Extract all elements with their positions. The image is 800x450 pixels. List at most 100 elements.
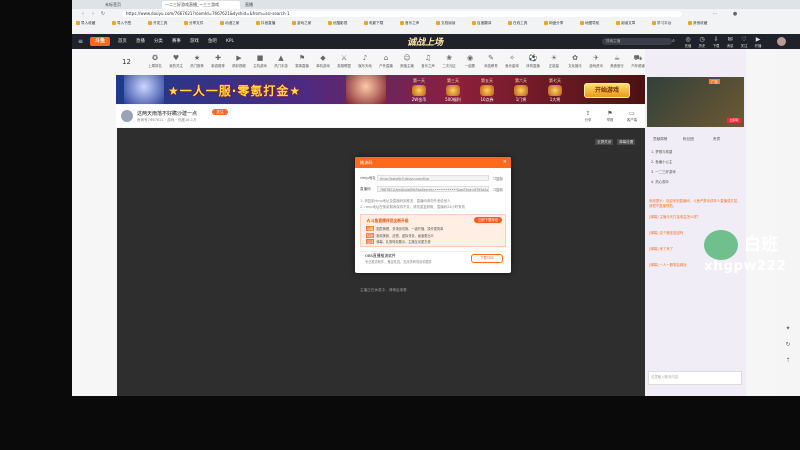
bookmark-item[interactable]: 网盘分享	[544, 20, 578, 26]
ad-play-button[interactable]: 立即玩	[727, 118, 741, 123]
category-item[interactable]: ▲ 热门手游	[270, 53, 292, 68]
bookmark-item[interactable]: 文档阅读	[436, 20, 470, 26]
menu-icon[interactable]: ≡	[78, 38, 83, 45]
bookmark-item[interactable]: 阅读文章	[616, 20, 650, 26]
reward-value: 2W金币	[411, 97, 427, 102]
nav-link[interactable]: 鱼吧	[208, 34, 217, 49]
category-item[interactable]: ☀ 正能量	[543, 53, 565, 68]
category-item[interactable]: ▶ 精彩视频	[228, 53, 250, 68]
nav-link[interactable]: 直播	[136, 34, 145, 49]
category-item[interactable]: ✈ 游戏资讯	[585, 53, 607, 68]
browser-tab[interactable]: 直播	[242, 1, 297, 9]
bookmark-item[interactable]: 音乐之声	[400, 20, 434, 26]
rank-row[interactable]: 2. 鱼塘小公主	[651, 159, 672, 164]
gift-icon[interactable]: ✦	[782, 325, 794, 332]
category-item[interactable]: ⌂ 户外直播	[375, 53, 397, 68]
extensions-icon[interactable]: ⋯	[712, 11, 718, 17]
chat-input[interactable]: 这里输入聊天内容	[648, 371, 742, 385]
category-item[interactable]: ❀ 二次元区	[438, 53, 460, 68]
sidebar-tab[interactable]: 贵宾	[713, 137, 720, 142]
category-item[interactable]: ✧ 鱼乐星球	[501, 53, 523, 68]
client-button[interactable]: ▭ 客户端	[622, 110, 642, 122]
bookmark-item[interactable]: 学习平台	[652, 20, 686, 26]
refresh-icon[interactable]: ↻	[782, 341, 794, 348]
sidebar-tab[interactable]: 贡献周榜	[653, 137, 667, 142]
category-item[interactable]: ♪ 娱乐天地	[354, 53, 376, 68]
bookmark-item[interactable]: 在线工具	[508, 20, 542, 26]
forward-icon[interactable]: ›	[90, 11, 96, 17]
rtmp-field[interactable]: rtmp://sendtc3.douyu.com/live	[377, 175, 489, 181]
nav-link[interactable]: 赛事	[172, 34, 181, 49]
category-item[interactable]: ◉ 一起看	[459, 53, 481, 68]
category-item[interactable]: ⚔ 英雄联盟	[333, 53, 355, 68]
category-item[interactable]: ⚽ 体育直播	[522, 53, 544, 68]
search-input[interactable]: 搜索主播	[602, 38, 672, 45]
close-icon[interactable]: ×	[503, 157, 507, 168]
category-item[interactable]: ⚑ 赛事直播	[291, 53, 313, 68]
bookmark-item[interactable]: 百度翻译	[472, 20, 506, 26]
category-item[interactable]: ☕ 美食旅行	[606, 53, 628, 68]
bookmark-item[interactable]: 开发工具	[148, 20, 182, 26]
copy-rtmp-button[interactable]: ❐复制	[493, 176, 503, 181]
share-button[interactable]: ⇪ 分享	[578, 110, 598, 122]
copy-key-button[interactable]: ❐复制	[493, 187, 503, 192]
danmaku-settings-button[interactable]: 弹幕设置	[617, 139, 636, 145]
follow-button[interactable]: 关注	[212, 109, 228, 115]
bookmark-item[interactable]: 导入收藏	[76, 20, 110, 26]
download-obs-button[interactable]: 下载OBS	[471, 254, 503, 263]
stream-key-field[interactable]: 7667621rAmGtcJq0Mz?wsSecret=••••••••••••…	[377, 186, 489, 192]
back-icon[interactable]: ‹	[80, 11, 86, 17]
category-item[interactable]: ✪ 上周排名	[144, 53, 166, 68]
game-ad[interactable]: 广告 立即玩	[647, 77, 744, 127]
bookmark-item[interactable]: 抖音直播	[256, 20, 290, 26]
header-消息-button[interactable]: ✉ 消息	[724, 36, 736, 48]
rank-row[interactable]: 1. 梦想与希望	[651, 149, 672, 154]
bookmark-item[interactable]: 分享文件	[184, 20, 218, 26]
category-item[interactable]: ◆ 单机游戏	[312, 53, 334, 68]
search-icon[interactable]: ⌕	[670, 38, 677, 45]
nav-link[interactable]: 首页	[118, 34, 127, 49]
streamer-avatar[interactable]	[121, 110, 133, 122]
bookmark-item[interactable]: 电影下载	[364, 20, 398, 26]
category-item[interactable]: ✎ 科技教育	[480, 53, 502, 68]
fullscreen-close-button[interactable]: 全屏关闭	[595, 139, 614, 145]
category-item[interactable]: ✿ 文化娱乐	[564, 53, 586, 68]
header-历史-button[interactable]: ◷ 历史	[696, 36, 708, 48]
category-item[interactable]: ☺ 颜值主播	[396, 53, 418, 68]
bookmark-item[interactable]: 动漫之家	[220, 20, 254, 26]
room-title: 这两天雨落不好瞒沙建一点	[137, 111, 198, 117]
bookmark-item[interactable]: 游戏之家	[292, 20, 326, 26]
category-item[interactable]: ★ 热门推荐	[186, 53, 208, 68]
nav-link[interactable]: 游戏	[190, 34, 199, 49]
bookmark-icon	[652, 21, 656, 25]
reload-icon[interactable]: ↻	[100, 11, 106, 17]
avatar[interactable]	[777, 37, 786, 46]
top-icon[interactable]: ⇡	[782, 357, 794, 364]
start-game-button[interactable]: 开始游戏	[584, 83, 630, 98]
category-item[interactable]: ♥ 我的关注	[165, 53, 187, 68]
header-充值-button[interactable]: ◎ 充值	[682, 36, 694, 48]
bookmark-item[interactable]: 其他收藏	[688, 20, 722, 26]
profile-icon[interactable]: ●	[732, 11, 738, 17]
bookmark-item[interactable]: 导入书签	[112, 20, 146, 26]
bookmark-item[interactable]: 优酷影视	[328, 20, 362, 26]
nav-link[interactable]: KPL	[226, 34, 234, 49]
header-下载-button[interactable]: ⇩ 下载	[710, 36, 722, 48]
rank-row[interactable]: 3. 一二三好游戏	[651, 169, 676, 174]
browser-tab-active[interactable]: 一二三好游戏直播_一三三游戏	[162, 1, 240, 9]
category-item[interactable]: ■ 主机游戏	[249, 53, 271, 68]
site-logo[interactable]: 斗鱼	[90, 37, 110, 46]
report-button[interactable]: ⚑ 举报	[600, 110, 620, 122]
nav-link[interactable]: 分类	[154, 34, 163, 49]
category-item[interactable]: ♫ 音乐之声	[417, 53, 439, 68]
header-关注-button[interactable]: ♡ 关注	[738, 36, 750, 48]
rank-row[interactable]: 4. 热心观众	[651, 179, 669, 184]
header-开播-button[interactable]: ▶ 开播	[752, 36, 764, 48]
category-item[interactable]: ✚ 新游推荐	[207, 53, 229, 68]
sidebar-tab[interactable]: 粉丝团	[683, 137, 694, 142]
bookmark-item[interactable]: 地图导航	[580, 20, 614, 26]
browser-tab[interactable]: 未标签页	[102, 1, 157, 9]
address-bar[interactable]: https://www.douyu.com/7667621?roomId=766…	[122, 11, 682, 17]
download-companion-button[interactable]: 立即下载伴侣	[474, 217, 502, 223]
promo-banner[interactable]: ★一人一服·零氪打金★ 第一天 2W金币 第三天 500福利 第五天 10点券 第六天 1门将…	[116, 75, 646, 104]
